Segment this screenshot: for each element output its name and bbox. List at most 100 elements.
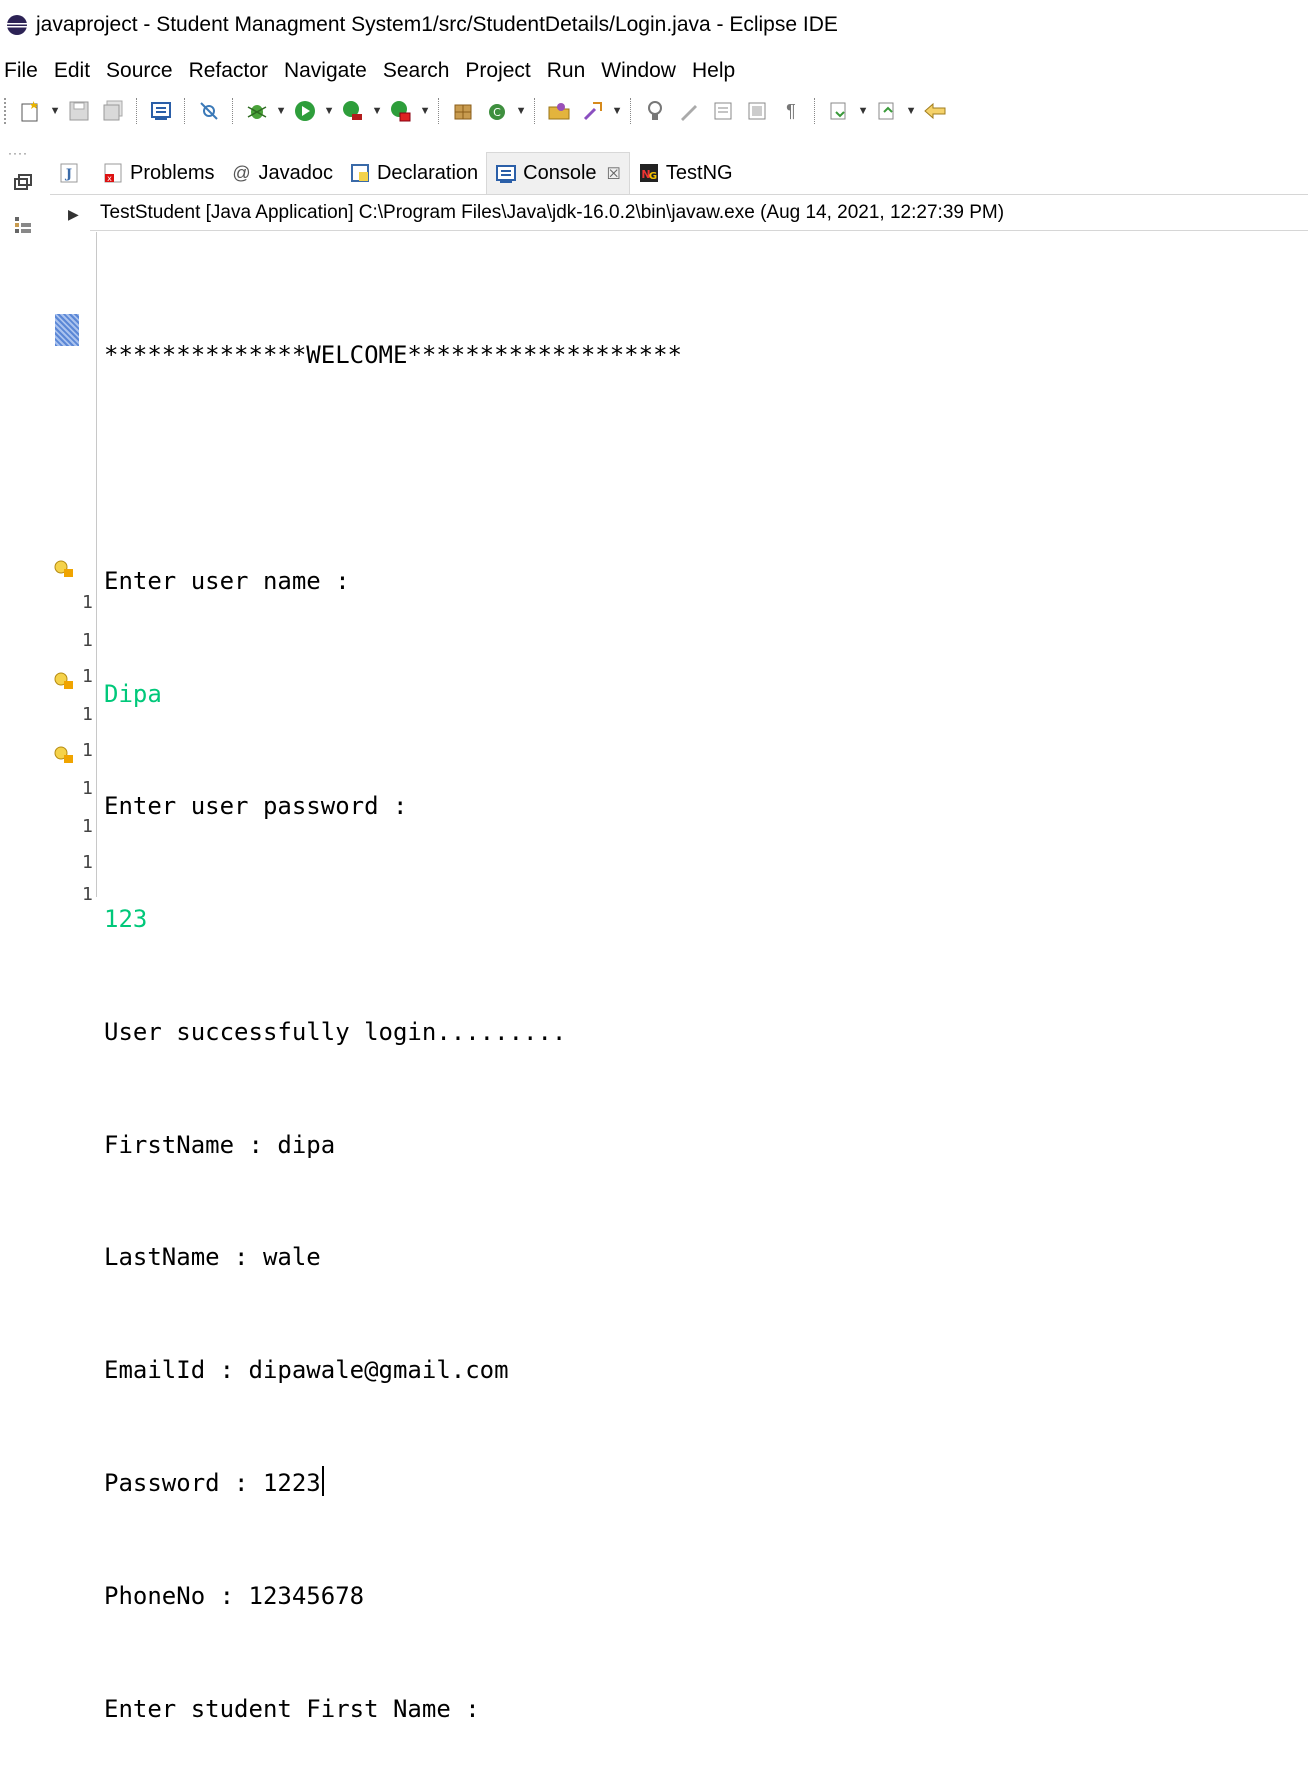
search-icon[interactable] <box>580 98 606 124</box>
tab-testng[interactable]: NG TestNG <box>630 152 741 194</box>
javadoc-icon: @ <box>232 162 251 183</box>
toolbar-separator <box>232 98 234 124</box>
overview-ruler-marker[interactable] <box>55 314 79 346</box>
new-java-class-icon[interactable]: C <box>484 98 510 124</box>
tab-label: Javadoc <box>258 161 333 184</box>
expand-arrow-icon[interactable]: ▶ <box>68 206 79 223</box>
toolbar-separator <box>438 98 440 124</box>
next-annotation-icon[interactable] <box>826 98 852 124</box>
skip-breakpoints-icon[interactable] <box>196 98 222 124</box>
menu-refactor[interactable]: Refactor <box>189 59 268 83</box>
warning-lightbulb-icon[interactable] <box>54 746 74 764</box>
warning-lightbulb-icon[interactable] <box>54 560 74 578</box>
annotation-icon[interactable] <box>642 98 668 124</box>
launch-divider <box>90 230 1308 231</box>
new-class-dropdown-arrow[interactable]: ▼ <box>516 98 527 124</box>
debug-dropdown-arrow[interactable]: ▼ <box>276 98 287 124</box>
new-java-package-icon[interactable] <box>450 98 476 124</box>
menu-window[interactable]: Window <box>601 59 676 83</box>
tab-label: Problems <box>130 161 215 184</box>
show-whitespace-icon[interactable] <box>744 98 770 124</box>
back-icon[interactable] <box>922 98 948 124</box>
gutter-line-number: 1 <box>82 816 93 837</box>
gutter-line-number: 1 <box>82 740 93 761</box>
menu-edit[interactable]: Edit <box>54 59 90 83</box>
console-line-text: Password : 1223 <box>104 1469 321 1497</box>
tab-label: Console <box>523 162 597 184</box>
menu-navigate[interactable]: Navigate <box>284 59 367 83</box>
menu-project[interactable]: Project <box>465 59 530 83</box>
text-caret <box>321 1466 324 1496</box>
prev-annotation-icon[interactable] <box>874 98 900 124</box>
eclipse-logo-icon <box>7 15 27 35</box>
console-input-line: 123 <box>104 905 148 934</box>
console-line: User successfully login......... <box>104 1017 567 1046</box>
tab-console[interactable]: Console ☒ <box>486 151 630 195</box>
console-welcome-line: **************WELCOME******************* <box>104 341 682 370</box>
junit-icon: J <box>58 162 80 184</box>
package-explorer-icon[interactable] <box>12 214 34 236</box>
gutter-line-number: 1 <box>82 666 93 687</box>
save-all-icon[interactable] <box>100 98 126 124</box>
pilcrow-icon[interactable]: ¶ <box>778 98 804 124</box>
trim-grip[interactable]: ···· <box>8 146 28 160</box>
tab-junit[interactable]: J <box>50 152 94 194</box>
save-icon[interactable] <box>66 98 92 124</box>
tab-problems[interactable]: x Problems <box>94 152 222 194</box>
tab-label: TestNG <box>665 161 733 184</box>
run-external-dropdown-arrow[interactable]: ▼ <box>372 98 383 124</box>
left-trim-bar: ···· <box>0 142 50 897</box>
open-type-icon[interactable] <box>546 98 572 124</box>
menu-search[interactable]: Search <box>383 59 450 83</box>
tab-label: Declaration <box>376 161 479 184</box>
edit-icon[interactable] <box>676 98 702 124</box>
new-dropdown-arrow[interactable]: ▼ <box>50 98 61 124</box>
view-tab-bar: J x Problems @ Javadoc Declaration Conso… <box>50 151 1308 195</box>
block-selection-icon[interactable] <box>710 98 736 124</box>
menu-file[interactable]: File <box>4 59 38 83</box>
svg-text:C: C <box>493 106 501 119</box>
debug-icon[interactable] <box>244 98 270 124</box>
toolbar-grip[interactable] <box>4 98 10 124</box>
coverage-icon[interactable] <box>388 98 414 124</box>
console-line: Enter user password : <box>104 792 408 821</box>
window-title: javaproject - Student Managment System1/… <box>36 13 838 36</box>
menu-help[interactable]: Help <box>692 59 735 83</box>
main-toolbar: ▼ ▼ ▼ ▼ ▼ C ▼ ▼ ¶ ▼ ▼ <box>0 92 1308 130</box>
gutter-line-number: 1 <box>82 630 93 651</box>
svg-text:J: J <box>65 167 72 182</box>
new-icon[interactable] <box>18 98 44 124</box>
console-output[interactable]: **************WELCOME*******************… <box>104 262 682 1766</box>
console-line: Enter student First Name : <box>104 1694 480 1723</box>
console-icon <box>495 163 517 185</box>
tab-javadoc[interactable]: @ Javadoc <box>222 152 341 194</box>
console-line: LastName : wale <box>104 1243 321 1272</box>
close-icon[interactable]: ☒ <box>607 164 621 184</box>
console-icon[interactable] <box>148 98 174 124</box>
toolbar-separator <box>630 98 632 124</box>
run-dropdown-arrow[interactable]: ▼ <box>324 98 335 124</box>
search-dropdown-arrow[interactable]: ▼ <box>612 98 623 124</box>
menu-bar: File Edit Source Refactor Navigate Searc… <box>0 53 1308 89</box>
console-input-line: Dipa <box>104 679 162 708</box>
problems-icon: x <box>102 162 124 184</box>
gutter-line-number: 1 <box>82 852 93 873</box>
menu-source[interactable]: Source <box>106 59 173 83</box>
run-external-icon[interactable] <box>340 98 366 124</box>
tab-divider <box>50 194 1308 195</box>
run-icon[interactable] <box>292 98 318 124</box>
tab-declaration[interactable]: Declaration <box>341 152 486 194</box>
next-annotation-dropdown-arrow[interactable]: ▼ <box>858 98 869 124</box>
console-line: PhoneNo : 12345678 <box>104 1581 365 1610</box>
console-line: Enter user name : <box>104 566 350 595</box>
toolbar-separator <box>136 98 138 124</box>
restore-icon[interactable] <box>12 172 34 194</box>
declaration-icon <box>349 162 371 184</box>
title-bar: javaproject - Student Managment System1/… <box>0 0 1308 50</box>
coverage-dropdown-arrow[interactable]: ▼ <box>420 98 431 124</box>
console-line: EmailId : dipawale@gmail.com <box>104 1356 509 1385</box>
warning-lightbulb-icon[interactable] <box>54 672 74 690</box>
menu-run[interactable]: Run <box>547 59 586 83</box>
prev-annotation-dropdown-arrow[interactable]: ▼ <box>906 98 917 124</box>
